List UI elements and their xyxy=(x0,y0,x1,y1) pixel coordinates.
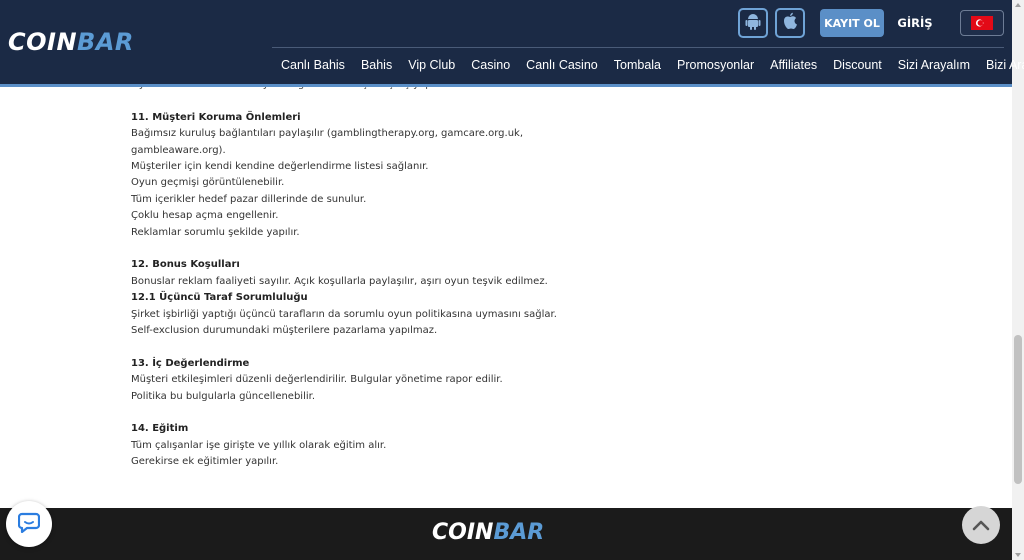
section-bonus-terms: 12. Bonus Koşulları Bonuslar reklam faal… xyxy=(131,257,991,339)
paragraph-line: Politika bu bulgularla güncellenebilir. xyxy=(131,390,316,402)
nav-item-tombala[interactable]: Tombala xyxy=(606,58,669,72)
paragraph-line: Çoklu hesap açma engellenir. xyxy=(131,210,279,222)
section-internal-review: 13. İç Değerlendirme Müşteri etkileşimle… xyxy=(131,356,991,405)
nav-item-vip-club[interactable]: Vip Club xyxy=(400,58,463,72)
section-title: 13. İç Değerlendirme xyxy=(131,357,250,369)
language-selector[interactable] xyxy=(960,10,1004,36)
chevron-up-icon xyxy=(972,516,990,535)
paragraph-line: Şirket işbirliği yaptığı üçüncü taraflar… xyxy=(131,308,557,320)
register-button[interactable]: KAYIT OL xyxy=(820,9,884,37)
section-subtitle: 12.1 Üçüncü Taraf Sorumluluğu xyxy=(131,292,308,304)
paragraph-line: Tüm çalışanlar işe girişte ve yıllık ola… xyxy=(131,439,387,451)
footer-coinbar-logo[interactable]: COIN BAR xyxy=(432,514,544,550)
site-header: COIN BAR KAYIT OL GİRİŞ Canlı Bahis Bahi… xyxy=(0,0,1024,84)
paragraph-line: Müşteriler için kendi kendine değerlendi… xyxy=(131,161,429,173)
section-title: 12. Bonus Koşulları xyxy=(131,259,240,271)
section-training: 14. Eğitim Tüm çalışanlar işe girişte ve… xyxy=(131,421,991,470)
paragraph-line: Gerekirse ek eğitimler yapılır. xyxy=(131,456,279,468)
scroll-to-top-button[interactable] xyxy=(962,506,1000,544)
nav-item-bizi-arayin[interactable]: Bizi Arayın xyxy=(978,58,1024,72)
paragraph-line: Bağımsız kuruluş bağlantıları paylaşılır… xyxy=(131,128,524,140)
paragraph-line: Self-exclusion durumundaki müşterilere p… xyxy=(131,325,438,337)
logo-part-bar: BAR xyxy=(77,28,134,56)
turkey-flag-icon xyxy=(971,16,993,30)
nav-item-canli-casino[interactable]: Canlı Casino xyxy=(518,58,606,72)
nav-item-casino[interactable]: Casino xyxy=(463,58,518,72)
apple-app-button[interactable] xyxy=(775,8,805,38)
logo-part-coin: COIN xyxy=(8,28,78,56)
paragraph-line: Tüm içerikler hedef pazar dillerinde de … xyxy=(131,193,367,205)
android-icon xyxy=(745,13,761,34)
scroll-down-arrow-icon[interactable] xyxy=(1015,553,1021,557)
scrollbar-thumb[interactable] xyxy=(1014,335,1022,484)
nav-item-canli-bahis[interactable]: Canlı Bahis xyxy=(272,58,353,72)
paragraph-line: Oyun geçmişi görüntülenebilir. xyxy=(131,177,285,189)
section-title: 11. Müşteri Koruma Önlemleri xyxy=(131,111,301,123)
live-chat-button[interactable] xyxy=(6,501,52,547)
nav-item-discount[interactable]: Discount xyxy=(825,58,890,72)
nav-item-bahis[interactable]: Bahis xyxy=(353,58,400,72)
paragraph-line: Reklamlar sorumlu şekilde yapılır. xyxy=(131,226,300,238)
nav-item-sizi-arayalim[interactable]: Sizi Arayalım xyxy=(890,58,978,72)
nav-item-promosyonlar[interactable]: Promosyonlar xyxy=(669,58,762,72)
paragraph-line: Bonuslar reklam faaliyeti sayılır. Açık … xyxy=(131,275,548,287)
paragraph-line: Müşteri etkileşimleri düzenli değerlendi… xyxy=(131,374,503,386)
section-title: 14. Eğitim xyxy=(131,423,189,435)
apple-icon xyxy=(782,12,798,34)
nav-divider xyxy=(272,47,1004,48)
login-button[interactable]: GİRİŞ xyxy=(894,9,936,37)
footer-logo-part-bar: BAR xyxy=(493,519,545,545)
main-nav: Canlı Bahis Bahis Vip Club Casino Canlı … xyxy=(272,50,1024,80)
section-customer-protection: 11. Müşteri Koruma Önlemleri Bağımsız ku… xyxy=(131,110,991,241)
paragraph-line: gambleaware.org). xyxy=(131,144,226,156)
nav-item-affiliates[interactable]: Affiliates xyxy=(762,58,825,72)
policy-content: Oyun süresinde ekranda uyarılar gösteril… xyxy=(131,77,991,471)
footer-logo-part-coin: COIN xyxy=(432,519,494,545)
page-scrollbar[interactable] xyxy=(1012,0,1024,560)
chat-bubble-icon xyxy=(17,511,41,537)
header-accent-line xyxy=(0,84,1012,87)
coinbar-logo[interactable]: COIN BAR xyxy=(8,27,134,57)
android-app-button[interactable] xyxy=(738,8,768,38)
scroll-up-arrow-icon[interactable] xyxy=(1015,3,1021,7)
